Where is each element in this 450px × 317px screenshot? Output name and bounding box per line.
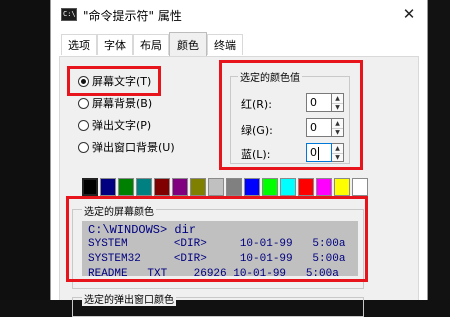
console-app-icon-text: C:\ — [63, 10, 76, 18]
screen-colors-group-title: 选定的屏幕颜色 — [82, 203, 156, 218]
palette-swatch-teal[interactable] — [136, 178, 152, 196]
background-right — [426, 0, 450, 300]
preview-line: SYSTEM32 <DIR> 10-01-99 5:00a — [88, 253, 346, 265]
radio-popup-background-label: 弹出窗口背景(U) — [92, 141, 175, 154]
background-left — [0, 0, 50, 300]
radio-popup-text-label: 弹出文字(P) — [92, 119, 152, 132]
radio-button[interactable] — [78, 120, 89, 131]
spin-down-icon[interactable]: ▼ — [332, 128, 343, 137]
radio-screen-text-label: 屏幕文字(T) — [92, 75, 152, 88]
red-label: 红(R): — [241, 98, 272, 111]
title-bar: C:\ "命令提示符" 属性 ✕ — [51, 0, 427, 30]
selected-color-group-title: 选定的颜色值 — [238, 69, 302, 84]
screen-colors-preview: C:\WINDOWS> dir SYSTEM <DIR> 10-01-99 5:… — [82, 221, 358, 276]
radio-button[interactable] — [78, 98, 89, 109]
palette-swatch-silver[interactable] — [208, 178, 224, 196]
green-spinner[interactable]: ▲ ▼ — [332, 118, 344, 137]
radio-screen-background-label: 屏幕背景(B) — [92, 97, 153, 110]
blue-spinner[interactable]: ▲ ▼ — [332, 143, 344, 162]
palette-swatch-yellow[interactable] — [334, 178, 350, 196]
radio-button-checked[interactable] — [78, 76, 89, 87]
blue-label: 蓝(L): — [241, 148, 271, 161]
close-icon: ✕ — [402, 5, 416, 23]
palette-swatch-blue[interactable] — [244, 178, 260, 196]
palette-swatch-maroon[interactable] — [154, 178, 170, 196]
palette-swatch-white[interactable] — [352, 178, 368, 196]
palette-swatch-olive[interactable] — [190, 178, 206, 196]
red-spinner[interactable]: ▲ ▼ — [332, 93, 344, 112]
tab-options[interactable]: 选项 — [61, 34, 97, 55]
tab-colors[interactable]: 颜色 — [169, 32, 207, 57]
preview-line: C:\WINDOWS> dir — [88, 223, 197, 237]
console-app-icon: C:\ — [61, 8, 77, 21]
tab-terminal[interactable]: 终端 — [207, 34, 243, 55]
palette-swatch-red[interactable] — [298, 178, 314, 196]
popup-colors-group-title: 选定的弹出窗口颜色 — [82, 291, 176, 306]
spin-down-icon[interactable]: ▼ — [332, 103, 343, 112]
blue-value-text: 0 — [310, 146, 317, 159]
spin-down-icon[interactable]: ▼ — [332, 153, 343, 162]
palette-swatch-green[interactable] — [118, 178, 134, 196]
close-button[interactable]: ✕ — [395, 2, 423, 26]
palette-swatch-black[interactable] — [82, 178, 98, 196]
text-caret — [318, 146, 319, 160]
tab-layout[interactable]: 布局 — [133, 34, 169, 55]
palette-swatch-navy[interactable] — [100, 178, 116, 196]
palette-swatch-gray[interactable] — [226, 178, 242, 196]
palette-swatch-fuchsia[interactable] — [316, 178, 332, 196]
preview-line: README TXT 26926 10-01-99 5:00a — [88, 268, 339, 276]
radio-button[interactable] — [78, 142, 89, 153]
palette-swatch-aqua[interactable] — [280, 178, 296, 196]
green-value-input[interactable]: 0 — [306, 118, 332, 137]
palette-swatch-lime[interactable] — [262, 178, 278, 196]
tab-font[interactable]: 字体 — [97, 34, 133, 55]
red-value-input[interactable]: 0 — [306, 93, 332, 112]
green-label: 绿(G): — [241, 124, 273, 137]
palette-swatch-purple[interactable] — [172, 178, 188, 196]
preview-line: SYSTEM <DIR> 10-01-99 5:00a — [88, 238, 346, 250]
blue-value-input[interactable]: 0 — [306, 143, 332, 162]
window-title: "命令提示符" 属性 — [83, 9, 182, 23]
